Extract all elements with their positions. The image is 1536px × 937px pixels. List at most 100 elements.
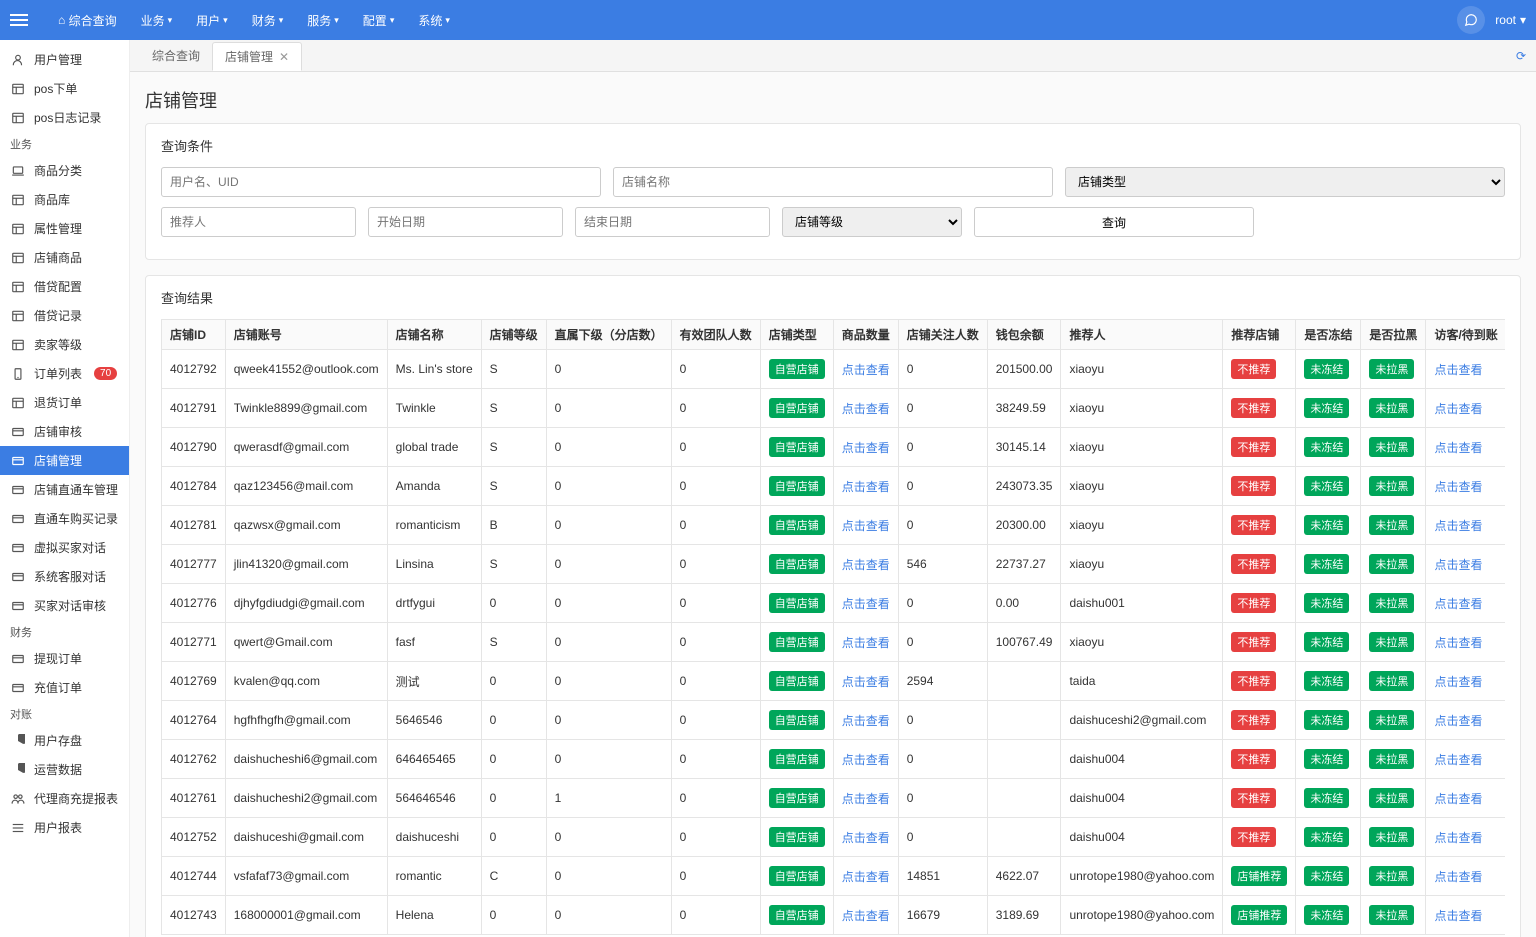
goods-link[interactable]: 点击查看 [842, 558, 890, 572]
sidebar-item[interactable]: 提现订单 [0, 644, 129, 673]
visitor-link[interactable]: 点击查看 [1434, 402, 1482, 416]
rec-tag: 不推荐 [1231, 359, 1276, 379]
sidebar-item[interactable]: 退货订单 [0, 388, 129, 417]
goods-link[interactable]: 点击查看 [842, 519, 890, 533]
goods-link[interactable]: 点击查看 [842, 363, 890, 377]
shop-level-select[interactable]: 店铺等级 [782, 207, 962, 237]
start-date-input[interactable] [368, 207, 563, 237]
sidebar-item[interactable]: 订单列表70 [0, 359, 129, 388]
tab-shop-mgmt[interactable]: 店铺管理✕ [212, 42, 302, 71]
sidebar-item[interactable]: 买家对话审核 [0, 591, 129, 620]
visitor-link[interactable]: 点击查看 [1434, 831, 1482, 845]
visitor-link[interactable]: 点击查看 [1434, 675, 1482, 689]
visitor-link[interactable]: 点击查看 [1434, 480, 1482, 494]
hamburger-icon[interactable] [10, 8, 34, 32]
sidebar-item[interactable]: 店铺管理 [0, 446, 129, 475]
nav-fw[interactable]: 服务▾ [297, 0, 349, 40]
end-date-input[interactable] [575, 207, 770, 237]
goods-link[interactable]: 点击查看 [842, 870, 890, 884]
rec-tag: 不推荐 [1231, 437, 1276, 457]
goods-link[interactable]: 点击查看 [842, 441, 890, 455]
visitor-link[interactable]: 点击查看 [1434, 909, 1482, 923]
goods-link[interactable]: 点击查看 [842, 636, 890, 650]
visitor-link[interactable]: 点击查看 [1434, 441, 1482, 455]
visitor-link[interactable]: 点击查看 [1434, 714, 1482, 728]
caret-down-icon: ▾ [223, 15, 228, 26]
rec-tag: 不推荐 [1231, 632, 1276, 652]
visitor-link[interactable]: 点击查看 [1434, 636, 1482, 650]
sidebar-item[interactable]: 用户报表 [0, 813, 129, 842]
search-panel-title: 查询条件 [161, 136, 1505, 155]
table-row: 4012784qaz123456@mail.comAmandaS00自营店铺点击… [162, 467, 1506, 506]
sidebar-item-label: 充值订单 [34, 679, 82, 696]
sidebar-item[interactable]: 充值订单 [0, 673, 129, 702]
visitor-link[interactable]: 点击查看 [1434, 558, 1482, 572]
chat-icon[interactable] [1457, 6, 1485, 34]
black-tag: 未拉黑 [1369, 593, 1414, 613]
goods-link[interactable]: 点击查看 [842, 792, 890, 806]
frozen-tag: 未冻结 [1304, 905, 1349, 925]
sidebar-item[interactable]: 借贷配置 [0, 272, 129, 301]
sidebar-item[interactable]: 商品库 [0, 185, 129, 214]
visitor-link[interactable]: 点击查看 [1434, 597, 1482, 611]
rec-tag: 店铺推荐 [1231, 905, 1287, 925]
goods-link[interactable]: 点击查看 [842, 753, 890, 767]
sidebar-item[interactable]: 商品分类 [0, 156, 129, 185]
black-tag: 未拉黑 [1369, 554, 1414, 574]
sidebar-item-label: 用户管理 [34, 51, 82, 68]
panel-icon [10, 221, 26, 237]
refresh-icon[interactable]: ⟳ [1516, 49, 1526, 63]
nav-cw[interactable]: 财务▾ [242, 0, 294, 40]
referrer-input[interactable] [161, 207, 356, 237]
sidebar-item[interactable]: pos下单 [0, 74, 129, 103]
goods-link[interactable]: 点击查看 [842, 402, 890, 416]
nav-pz[interactable]: 配置▾ [353, 0, 405, 40]
home-icon: ⌂ [58, 13, 65, 27]
sidebar-item[interactable]: 系统客服对话 [0, 562, 129, 591]
user-menu[interactable]: root▾ [1495, 13, 1526, 27]
tab-home[interactable]: 综合查询 [140, 42, 212, 69]
user-input[interactable] [161, 167, 601, 197]
goods-link[interactable]: 点击查看 [842, 597, 890, 611]
shop-type-select[interactable]: 店铺类型 [1065, 167, 1505, 197]
sidebar-item[interactable]: 代理商充提报表 [0, 784, 129, 813]
nav-yw[interactable]: 业务▾ [131, 0, 183, 40]
visitor-link[interactable]: 点击查看 [1434, 792, 1482, 806]
nav-home[interactable]: ⌂ 综合查询 [48, 0, 127, 40]
sidebar-item[interactable]: 卖家等级 [0, 330, 129, 359]
sidebar-item[interactable]: 用户管理 [0, 45, 129, 74]
close-icon[interactable]: ✕ [279, 50, 289, 64]
frozen-tag: 未冻结 [1304, 398, 1349, 418]
shop-name-input[interactable] [613, 167, 1053, 197]
sidebar-item[interactable]: pos日志记录 [0, 103, 129, 132]
query-button[interactable]: 查询 [974, 207, 1254, 237]
sidebar-item[interactable]: 运营数据 [0, 755, 129, 784]
visitor-link[interactable]: 点击查看 [1434, 363, 1482, 377]
sidebar-item-label: pos日志记录 [34, 109, 101, 126]
sidebar-item[interactable]: 直通车购买记录 [0, 504, 129, 533]
nav-xt[interactable]: 系统▾ [408, 0, 460, 40]
goods-link[interactable]: 点击查看 [842, 714, 890, 728]
nav-user[interactable]: 用户▾ [186, 0, 238, 40]
goods-link[interactable]: 点击查看 [842, 480, 890, 494]
table-header: 店铺类型 [760, 320, 833, 350]
sidebar-item[interactable]: 店铺直通车管理 [0, 475, 129, 504]
sidebar-item[interactable]: 虚拟买家对话 [0, 533, 129, 562]
sidebar-item-label: 卖家等级 [34, 336, 82, 353]
shop-type-tag: 自营店铺 [769, 515, 825, 535]
goods-link[interactable]: 点击查看 [842, 675, 890, 689]
goods-link[interactable]: 点击查看 [842, 831, 890, 845]
visitor-link[interactable]: 点击查看 [1434, 519, 1482, 533]
frozen-tag: 未冻结 [1304, 749, 1349, 769]
visitor-link[interactable]: 点击查看 [1434, 870, 1482, 884]
sidebar-item[interactable]: 借贷记录 [0, 301, 129, 330]
sidebar-item[interactable]: 属性管理 [0, 214, 129, 243]
sidebar-item[interactable]: 用户存盘 [0, 726, 129, 755]
goods-link[interactable]: 点击查看 [842, 909, 890, 923]
sidebar-item[interactable]: 店铺商品 [0, 243, 129, 272]
sidebar-item-label: 虚拟买家对话 [34, 539, 106, 556]
visitor-link[interactable]: 点击查看 [1434, 753, 1482, 767]
caret-down-icon: ▾ [334, 15, 339, 26]
caret-down-icon: ▾ [168, 15, 173, 26]
sidebar-item[interactable]: 店铺审核 [0, 417, 129, 446]
